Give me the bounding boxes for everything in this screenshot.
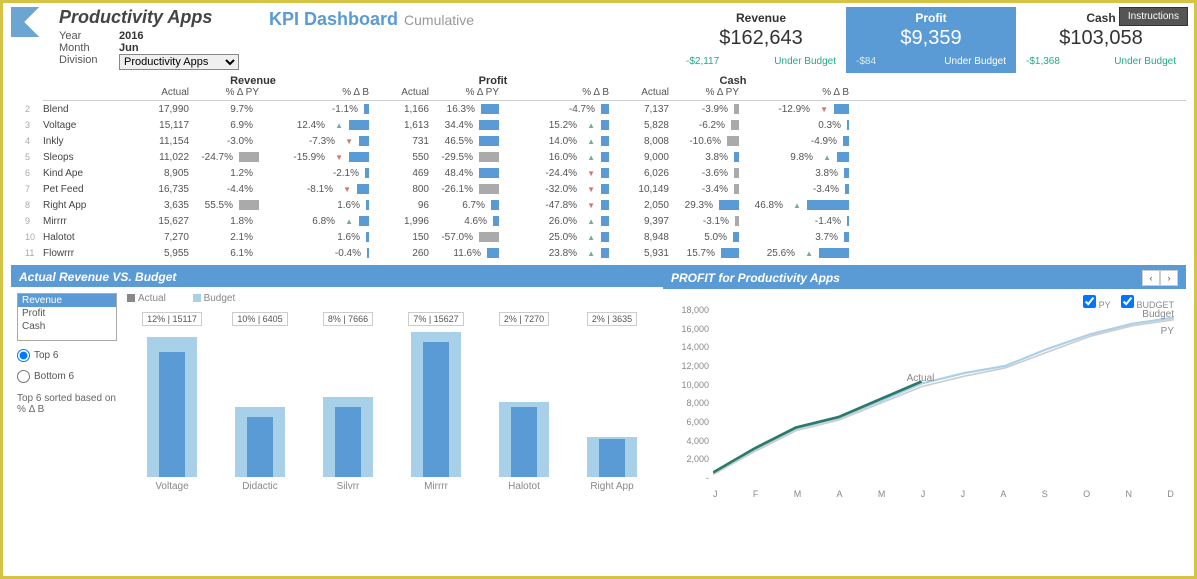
bar-didactic: 10% | 6405 Didactic — [225, 312, 295, 492]
kpi-dashboard-title: KPI DashboardCumulative — [269, 9, 474, 30]
radio-bottom6[interactable] — [17, 370, 30, 383]
spin-right-button[interactable]: › — [1160, 270, 1178, 286]
kpi-card-revenue: Revenue$162,643-$2,117Under Budget — [676, 7, 846, 73]
bar-legend: Actual Budget — [127, 293, 657, 304]
bar-halotot: 2% | 7270 Halotot — [489, 312, 559, 492]
anno-actual: Actual — [907, 373, 935, 384]
year-label: Year — [59, 30, 119, 42]
month-label: Month — [59, 42, 119, 54]
group-revenue: Revenue — [133, 75, 373, 87]
col-actual: Actual — [133, 87, 193, 98]
table-row: Halotot 7,270 2.1% 1.6% 150 -57.0% 25.0%… — [43, 229, 1186, 245]
kpi-card-profit: Profit$9,359-$84Under Budget — [846, 7, 1016, 73]
col-pctpy: % Δ PY — [193, 87, 263, 98]
year-value: 2016 — [119, 30, 259, 42]
month-value: Jun — [119, 42, 259, 54]
instructions-button[interactable]: Instructions — [1119, 7, 1188, 26]
bar-mirrrr: 7% | 15627 Mirrrr — [401, 312, 471, 492]
table-row: Blend 17,990 9.7% -1.1% 1,166 16.3% -4.7… — [43, 101, 1186, 117]
table-row: Flowrrr 5,955 6.1% -0.4% 260 11.6% 23.8%… — [43, 245, 1186, 261]
table-row: Kind Ape 8,905 1.2% -2.1% 469 48.4% -24.… — [43, 165, 1186, 181]
table-row: Pet Feed 16,735 -4.4% -8.1%▼ 800 -26.1% … — [43, 181, 1186, 197]
table-row: Right App 3,635 55.5% 1.6% 96 6.7% -47.8… — [43, 197, 1186, 213]
table-row: Inkly 11,154 -3.0% -7.3%▼ 731 46.5% 14.0… — [43, 133, 1186, 149]
col-pctb: % Δ B — [263, 87, 373, 98]
division-select[interactable]: Productivity Apps — [119, 54, 239, 70]
spin-left-button[interactable]: ‹ — [1142, 270, 1160, 286]
list-item[interactable]: Profit — [18, 307, 116, 320]
list-item[interactable]: Cash — [18, 320, 116, 333]
table-row: Voltage 15,117 6.9% 12.4%▲ 1,613 34.4% 1… — [43, 117, 1186, 133]
division-label: Division — [59, 54, 119, 70]
metric-listbox[interactable]: RevenueProfitCash — [17, 293, 117, 341]
line-chart — [713, 305, 1174, 483]
panel2-title: PROFIT for Productivity Apps ‹ › — [663, 267, 1186, 289]
list-item[interactable]: Revenue — [18, 294, 116, 307]
table-row: Sleops 11,022 -24.7% -15.9%▼ 550 -29.5% … — [43, 149, 1186, 165]
anno-budget: Budget — [1142, 309, 1174, 320]
bar-voltage: 12% | 15117 Voltage — [137, 312, 207, 492]
group-cash: Cash — [613, 75, 853, 87]
radio-top6[interactable] — [17, 349, 30, 362]
group-profit: Profit — [373, 75, 613, 87]
table-row: Mirrrr 15,627 1.8% 6.8%▲ 1,996 4.6% 26.0… — [43, 213, 1186, 229]
app-logo-icon — [11, 7, 51, 37]
bar-right-app: 2% | 3635 Right App — [577, 312, 647, 492]
anno-py: PY — [1161, 326, 1174, 337]
page-title: Productivity Apps — [59, 7, 259, 28]
bar-silvrr: 8% | 7666 Silvrr — [313, 312, 383, 492]
sort-note: Top 6 sorted based on % Δ B — [17, 393, 127, 415]
panel1-title: Actual Revenue VS. Budget — [11, 267, 663, 287]
